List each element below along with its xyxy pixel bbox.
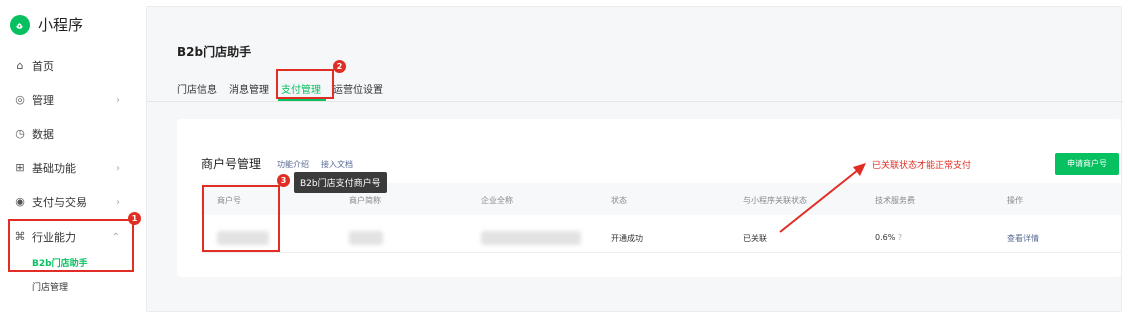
annotation-note: 已关联状态才能正常支付 bbox=[872, 161, 972, 171]
